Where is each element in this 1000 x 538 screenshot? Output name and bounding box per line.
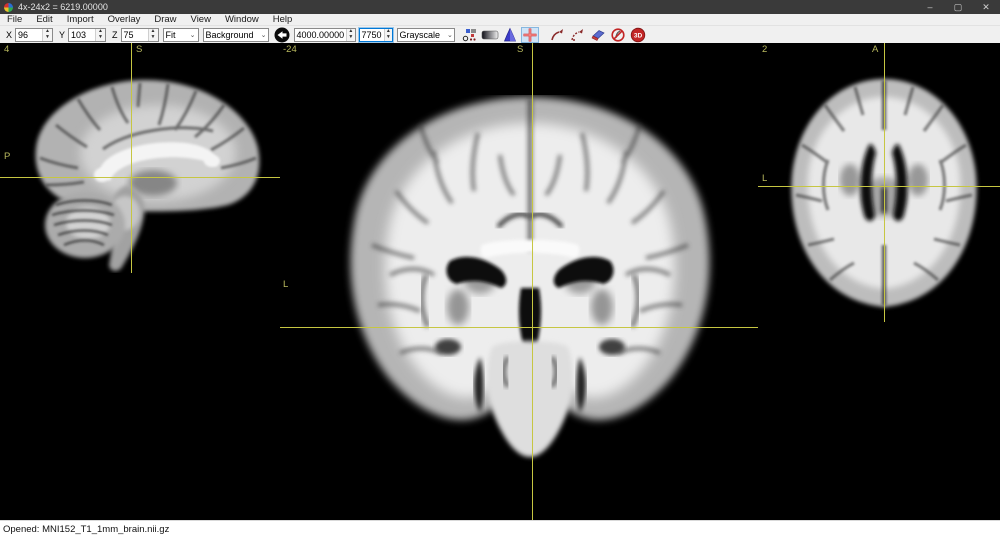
toolbar: X 96 ▲ ▼ Y 103 ▲ ▼ Z 75 ▲ ▼ Fit ⌄ Backgroun…: [0, 26, 1000, 43]
menu-help[interactable]: Help: [266, 14, 300, 26]
z-coordinate-stepper[interactable]: 75 ▲ ▼: [120, 27, 159, 42]
x-spinner-arrows[interactable]: ▲ ▼: [42, 28, 53, 41]
application-window: 4x-24x2 = 6219.00000 – ▢ ✕ File Edit Imp…: [0, 0, 1000, 538]
intensity-gradient-icon: [481, 30, 498, 39]
min-intensity-arrows[interactable]: ▲ ▼: [346, 28, 355, 41]
histogram-button[interactable]: [501, 27, 519, 43]
sagittal-view-image[interactable]: [28, 73, 268, 273]
layer-dropdown[interactable]: Background ⌄: [202, 27, 269, 42]
crosshair-icon: [523, 28, 537, 41]
sagittal-superior-label: S: [136, 44, 143, 55]
pen-icon: [550, 28, 563, 40]
svg-text:3D: 3D: [633, 32, 642, 39]
sagittal-crosshair-vertical: [131, 43, 132, 273]
eraser-button[interactable]: [589, 27, 607, 43]
maximize-button[interactable]: ▢: [944, 0, 972, 14]
axial-slice-number: 2: [762, 44, 768, 55]
z-spinner-arrows[interactable]: ▲ ▼: [147, 28, 158, 41]
max-intensity-stepper[interactable]: 7750 ▲ ▼: [358, 27, 393, 42]
axial-crosshair-horizontal: [758, 186, 1000, 187]
coronal-crosshair-vertical: [532, 43, 533, 520]
no-draw-button[interactable]: [609, 27, 627, 43]
menu-import[interactable]: Import: [60, 14, 101, 26]
render-3d-button[interactable]: 3D: [629, 27, 647, 43]
status-text: Opened: MNI152_T1_1mm_brain.nii.gz: [3, 524, 170, 535]
z-coordinate-label: Z: [112, 29, 118, 40]
x-coordinate-label: X: [6, 29, 13, 40]
3d-icon: 3D: [630, 27, 645, 42]
crosshair-toggle-button[interactable]: [520, 26, 539, 43]
coronal-brainstem: [474, 341, 586, 457]
axial-left-label: L: [762, 173, 768, 184]
swap-arrow-icon: [274, 27, 290, 42]
y-coordinate-label: Y: [59, 29, 66, 40]
sagittal-slice-number: 4: [4, 44, 10, 55]
palette-button[interactable]: [461, 27, 479, 43]
histogram-icon: [503, 27, 516, 41]
close-button[interactable]: ✕: [972, 0, 1000, 14]
palette-icon: [462, 28, 476, 41]
eraser-icon: [591, 29, 605, 41]
y-spinner-arrows[interactable]: ▲ ▼: [95, 28, 106, 41]
chevron-down-icon: ⌄: [260, 31, 267, 39]
no-draw-icon: [610, 27, 625, 42]
image-canvas: 4 S P -24 S L 2 A L: [0, 43, 1000, 520]
sagittal-cerebellum: [45, 192, 125, 258]
axial-view-image[interactable]: [770, 75, 995, 315]
y-coordinate-stepper[interactable]: 103 ▲ ▼: [68, 27, 107, 42]
axial-anterior-label: A: [872, 44, 879, 55]
menu-window[interactable]: Window: [218, 14, 266, 26]
title-bar: 4x-24x2 = 6219.00000 – ▢ ✕: [0, 0, 1000, 14]
coronal-superior-label: S: [517, 44, 524, 55]
minimize-button[interactable]: –: [916, 0, 944, 14]
status-bar: Opened: MNI152_T1_1mm_brain.nii.gz: [0, 520, 1000, 538]
sagittal-crosshair-horizontal: [0, 177, 280, 178]
axial-crosshair-vertical: [884, 43, 885, 322]
chevron-down-icon: ⌄: [447, 31, 453, 39]
chevron-down-icon: ⌄: [189, 31, 196, 39]
sagittal-posterior-label: P: [4, 151, 11, 162]
menu-overlay[interactable]: Overlay: [101, 14, 148, 26]
menu-draw[interactable]: Draw: [147, 14, 183, 26]
draw-pen-button[interactable]: [549, 27, 567, 43]
zoom-dropdown[interactable]: Fit ⌄: [162, 27, 199, 42]
swap-views-button[interactable]: [273, 27, 291, 43]
x-coordinate-stepper[interactable]: 96 ▲ ▼: [15, 27, 54, 42]
draw-pen-filled-button[interactable]: [569, 27, 587, 43]
coronal-crosshair-horizontal: [280, 327, 758, 328]
menu-view[interactable]: View: [184, 14, 218, 26]
coronal-view-image[interactable]: [330, 95, 730, 475]
window-title: 4x-24x2 = 6219.00000: [18, 2, 108, 12]
menu-bar: File Edit Import Overlay Draw View Windo…: [0, 14, 1000, 26]
colormap-dropdown[interactable]: Grayscale ⌄: [396, 27, 455, 42]
max-intensity-arrows[interactable]: ▲ ▼: [384, 28, 392, 41]
pen-dotted-icon: [570, 28, 583, 41]
menu-file[interactable]: File: [0, 14, 29, 26]
app-icon: [4, 2, 13, 12]
intensity-gradient-button[interactable]: [481, 27, 499, 43]
menu-edit[interactable]: Edit: [29, 14, 59, 26]
coronal-slice-number: -24: [283, 44, 297, 55]
min-intensity-stepper[interactable]: 4000.00000 ▲ ▼: [293, 27, 356, 42]
coronal-left-label: L: [283, 279, 289, 290]
